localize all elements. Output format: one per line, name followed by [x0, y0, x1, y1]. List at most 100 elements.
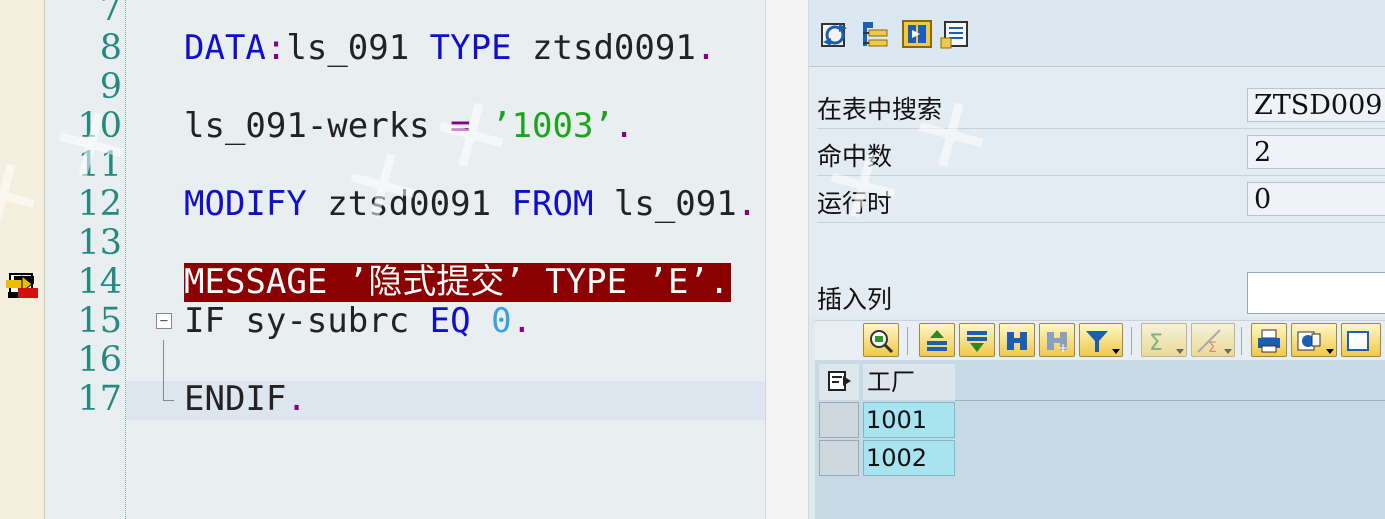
svg-text:Σ: Σ: [1149, 331, 1163, 354]
details-button[interactable]: [863, 323, 899, 357]
sort-ascending-button[interactable]: [919, 323, 955, 357]
find-next-icon: +: [1047, 332, 1068, 354]
views-icon: [1297, 331, 1321, 351]
line-number: 8: [99, 28, 122, 68]
header-divider: [955, 400, 1385, 401]
code-text[interactable]: DATA:ls_091 TYPE ztsd0091.: [184, 29, 716, 68]
runtime-field[interactable]: 0: [1247, 182, 1385, 216]
sort-ascending-icon: [927, 330, 947, 351]
code-text[interactable]: MODIFY ztsd0091 FROM ls_091.: [184, 185, 757, 224]
export-icon: [1347, 331, 1369, 351]
result-panel: 在表中搜索 ZTSD0091 命中数 2 运行时 0 插入列 +: [809, 0, 1385, 519]
hierarchy-icon[interactable]: [861, 18, 893, 50]
code-token: .: [695, 28, 717, 68]
find-button[interactable]: [999, 323, 1035, 357]
code-token: 0: [491, 301, 512, 341]
grid-settings-icon: [828, 371, 851, 391]
find-next-button[interactable]: +: [1039, 323, 1075, 357]
code-line[interactable]: 13: [0, 224, 765, 263]
code-line[interactable]: 9: [0, 68, 765, 107]
code-line[interactable]: 11: [0, 146, 765, 185]
line-number: 12: [77, 184, 122, 224]
transport-icon[interactable]: [901, 18, 933, 50]
find-icon: [1007, 332, 1027, 350]
code-line[interactable]: 15 IF sy-subrc EQ 0.: [0, 302, 765, 341]
code-token: .: [613, 106, 635, 146]
subtotal-dropdown-arrow[interactable]: [1224, 349, 1232, 354]
fold-toggle-button[interactable]: −: [156, 313, 172, 329]
svg-text:+: +: [1058, 341, 1068, 354]
code-line[interactable]: 7: [0, 0, 765, 29]
subtotal-icon: Σ: [1197, 329, 1221, 354]
hit-count-field[interactable]: 2: [1247, 135, 1385, 169]
search-table-label: 在表中搜索: [817, 95, 943, 124]
print-icon: [1258, 329, 1280, 353]
row-selector[interactable]: [819, 440, 859, 476]
code-token: ENDIF: [184, 379, 287, 419]
line-number: 17: [77, 379, 122, 419]
code-text[interactable]: ls_091-werks = ’1003’.: [184, 107, 634, 146]
select-all-button[interactable]: [819, 364, 859, 400]
line-number: 15: [77, 301, 122, 341]
details-icon: [870, 330, 894, 354]
print-button[interactable]: [1251, 323, 1287, 357]
code-line[interactable]: 17 ENDIF.: [0, 380, 765, 419]
code-line[interactable]: 8 DATA:ls_091 TYPE ztsd0091.: [0, 29, 765, 68]
code-token: MODIFY: [184, 184, 307, 224]
code-token: ls_091-werks: [184, 106, 451, 146]
code-text[interactable]: IF sy-subrc EQ 0.: [184, 302, 532, 341]
table-cell-plant[interactable]: 1002: [863, 440, 955, 476]
filter-dropdown-arrow[interactable]: [1112, 349, 1120, 354]
search-table-field[interactable]: ZTSD0091: [1247, 88, 1385, 122]
code-text[interactable]: ENDIF.: [184, 380, 307, 419]
pane-splitter[interactable]: [765, 0, 809, 519]
list-icon[interactable]: [939, 18, 971, 50]
filter-button[interactable]: [1079, 323, 1123, 357]
line-number: 13: [77, 223, 122, 263]
toolbar-separator: [1241, 327, 1242, 355]
fold-guide: [163, 340, 174, 401]
hit-count-label: 命中数: [817, 142, 893, 171]
code-token: IF sy-subrc: [184, 301, 430, 341]
sum-button[interactable]: Σ: [1141, 323, 1187, 357]
toolbar-separator: [1131, 327, 1132, 355]
line-number: 14: [77, 262, 122, 302]
code-token: ’1003’: [491, 106, 614, 146]
error-statement[interactable]: MESSAGE ’隐式提交’ TYPE ’E’.: [184, 263, 732, 302]
panel-toolbar: [809, 0, 1385, 67]
export-button[interactable]: [1341, 323, 1381, 357]
views-button[interactable]: [1291, 323, 1337, 357]
code-line[interactable]: 10 ls_091-werks = ’1003’.: [0, 107, 765, 146]
runtime-row: 运行时 0: [817, 178, 1385, 223]
row-selector[interactable]: [819, 402, 859, 438]
code-line[interactable]: 14 MESSAGE ’隐式提交’ TYPE ’E’.: [0, 263, 765, 302]
refresh-icon[interactable]: [819, 18, 851, 50]
sort-descending-icon: [967, 331, 987, 352]
code-line[interactable]: 16: [0, 341, 765, 380]
table-cell-plant[interactable]: 1001: [863, 402, 955, 438]
column-header-plant[interactable]: 工厂: [863, 364, 955, 400]
line-number: 7: [99, 0, 122, 29]
search-table-row: 在表中搜索 ZTSD0091: [817, 84, 1385, 129]
code-token: ls_091: [593, 184, 737, 224]
code-token: .: [511, 301, 533, 341]
line-number: 9: [99, 67, 122, 107]
code-editor[interactable]: 7 8 DATA:ls_091 TYPE ztsd0091. 9 10 ls_091-we…: [0, 0, 765, 519]
sort-descending-button[interactable]: [959, 323, 995, 357]
breakpoint-icon[interactable]: [4, 270, 42, 302]
insert-column-input[interactable]: [1247, 272, 1385, 314]
hit-count-row: 命中数 2: [817, 131, 1385, 176]
alv-grid: 工厂 1001 1002: [815, 360, 1385, 519]
runtime-label: 运行时: [817, 189, 893, 218]
code-token: .: [736, 184, 758, 224]
code-line[interactable]: 12 MODIFY ztsd0091 FROM ls_091.: [0, 185, 765, 224]
code-token: TYPE: [429, 28, 512, 68]
line-number: 16: [77, 340, 122, 380]
sum-dropdown-arrow[interactable]: [1176, 349, 1184, 354]
views-dropdown-arrow[interactable]: [1326, 349, 1334, 354]
code-token: ztsd0091: [511, 28, 696, 68]
subtotal-button[interactable]: Σ: [1191, 323, 1235, 357]
alv-toolbar: + Σ Σ: [815, 320, 1385, 362]
filter-icon: [1086, 331, 1108, 352]
